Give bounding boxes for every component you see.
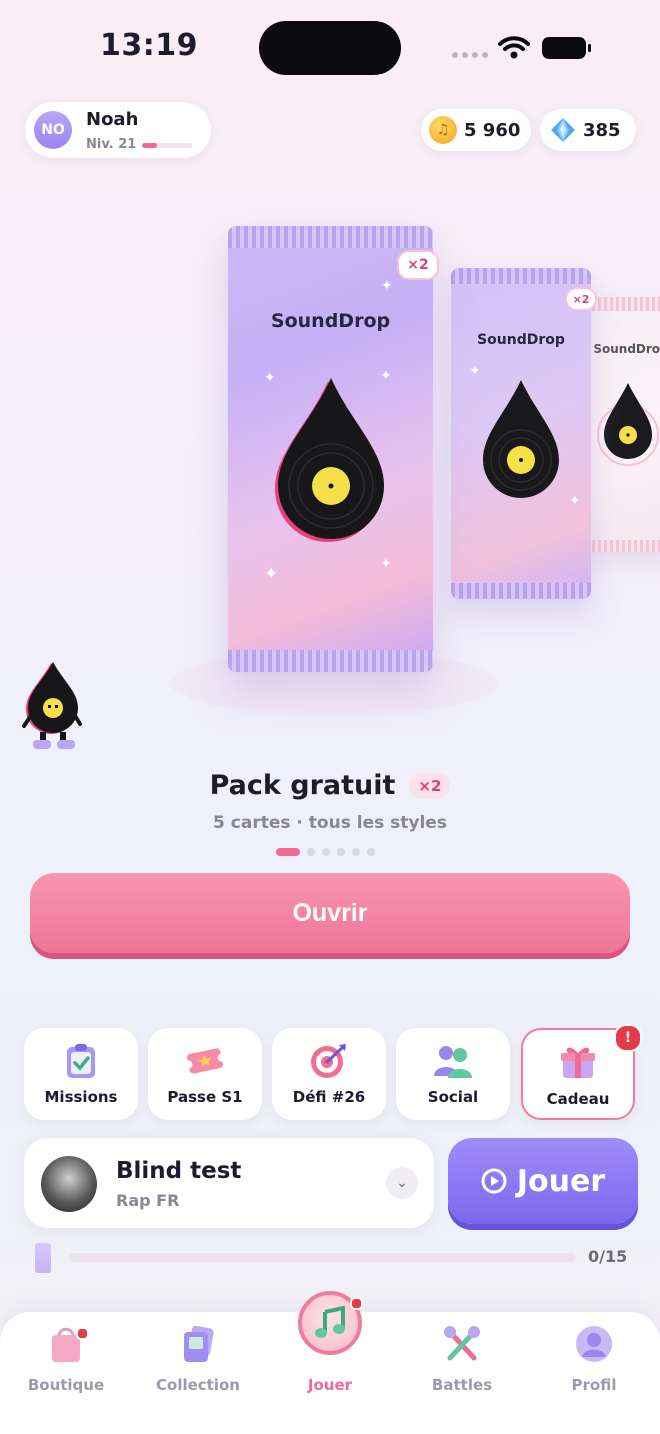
cards-icon (184, 1325, 214, 1362)
crossed-microphones-icon (444, 1326, 480, 1361)
dynamic-island (259, 21, 401, 75)
sparkle-icon: ✦ (469, 363, 481, 379)
cellular-signal-icon (452, 52, 488, 58)
progress-text: 0/15 (588, 1247, 628, 1266)
pager-dot[interactable] (276, 848, 300, 856)
notification-dot (76, 1327, 89, 1340)
sparkle-icon: ✦ (264, 370, 276, 386)
tile-label: Social (427, 1088, 479, 1106)
nav-battles[interactable]: Battles (407, 1322, 517, 1394)
pager-dot[interactable] (307, 848, 315, 856)
sparkle-icon: ✦ (381, 278, 393, 294)
tile-label: Défi #26 (292, 1088, 366, 1106)
pack-card-current[interactable]: SoundDrop ✦ ✦ ✦ ✦ ✦ (228, 226, 433, 672)
play-circle-icon (481, 1168, 507, 1194)
nav-label: Boutique (27, 1376, 105, 1394)
vinyl-drop-icon (597, 383, 659, 466)
pager-dot[interactable] (337, 848, 345, 856)
coin-icon: ♫ (429, 116, 457, 144)
pack-multiplier-badge: ×2 (565, 287, 597, 311)
xp-progress-bar (142, 143, 192, 148)
pack-card-next[interactable]: SoundDrop ✦ ✦ (451, 268, 591, 599)
open-pack-button[interactable]: Ouvrir (30, 873, 630, 953)
chevron-down-icon[interactable]: ⌄ (386, 1167, 418, 1199)
pack-brand: SoundDrop (270, 310, 391, 332)
tile-label: Passe S1 (167, 1088, 243, 1106)
sparkle-icon: ✦ (569, 493, 581, 509)
clipboard-check-icon (67, 1044, 95, 1078)
play-label: Jouer (516, 1163, 606, 1199)
people-icon (434, 1046, 472, 1078)
notification-dot (350, 1297, 363, 1310)
sparkle-icon: ✦ (380, 368, 392, 384)
gem-icon (551, 118, 575, 142)
play-button[interactable]: Jouer (448, 1138, 638, 1224)
nav-collection[interactable]: Collection (143, 1322, 253, 1394)
pack-title: Pack gratuit (209, 770, 396, 801)
pager-dot[interactable] (322, 848, 330, 856)
coins-value: 5 960 (464, 119, 521, 141)
tile-label: Missions (44, 1088, 118, 1106)
pack-card-next-2[interactable]: SoundDrop (586, 297, 660, 552)
tile-pass[interactable]: Passe S1 (148, 1028, 262, 1120)
user-profile-chip[interactable]: NO Noah Niv. 21 (25, 102, 211, 158)
pack-brand: SoundDrop (593, 342, 660, 356)
blind-test-title: Blind test (116, 1158, 242, 1184)
pack-brand: SoundDrop (477, 332, 565, 348)
tile-missions[interactable]: Missions (24, 1028, 138, 1120)
status-time: 13:19 (100, 28, 198, 63)
pager-dot[interactable] (367, 848, 375, 856)
gems-balance[interactable]: 385 (540, 109, 636, 151)
sparkle-icon: ✦ (264, 564, 279, 584)
gems-value: 385 (583, 119, 621, 141)
nav-label: Battles (431, 1376, 493, 1394)
nav-profile[interactable]: Profil (539, 1322, 649, 1394)
coins-balance[interactable]: ♫ 5 960 (421, 109, 531, 151)
nav-play[interactable]: Jouer (275, 1322, 385, 1394)
pager-dot[interactable] (352, 848, 360, 856)
xp-progress-fill (142, 143, 157, 148)
pack-mini-icon (35, 1243, 51, 1273)
target-icon (311, 1044, 346, 1078)
vinyl-drop-icon (275, 378, 384, 542)
tile-challenge[interactable]: Défi #26 (272, 1028, 386, 1120)
battery-icon (542, 37, 591, 59)
sparkle-icon: ✦ (380, 556, 392, 572)
vinyl-drop-icon (483, 380, 559, 498)
pack-multiplier-pill: ×2 (409, 772, 451, 799)
profile-icon (576, 1326, 612, 1362)
nav-label: Collection (156, 1376, 240, 1394)
nav-label: Profil (571, 1376, 617, 1394)
pack-subtitle: 5 cartes · tous les styles (213, 813, 447, 833)
mascot-icon[interactable] (22, 660, 84, 752)
tile-label: Cadeau (546, 1090, 610, 1108)
user-name: Noah (86, 109, 139, 130)
avatar: NO (34, 111, 72, 149)
carousel-pager[interactable] (276, 848, 375, 856)
blind-test-genre: Rap FR (116, 1191, 180, 1210)
user-level: Niv. 21 (86, 137, 137, 152)
artist-avatar (41, 1156, 97, 1212)
nav-label: Jouer (307, 1376, 353, 1394)
progress-track (69, 1253, 576, 1262)
gift-icon (561, 1047, 595, 1078)
tile-social[interactable]: Social (396, 1028, 510, 1120)
gift-alert-badge: ! (614, 1024, 642, 1052)
nav-shop[interactable]: Boutique (11, 1322, 121, 1394)
wifi-icon (498, 36, 530, 59)
ticket-icon (184, 1048, 226, 1074)
pack-title-row: Pack gratuit ×2 (0, 770, 660, 801)
blind-test-selector[interactable]: Blind test Rap FR ⌄ (24, 1138, 434, 1228)
pack-multiplier-badge: ×2 (397, 250, 439, 280)
